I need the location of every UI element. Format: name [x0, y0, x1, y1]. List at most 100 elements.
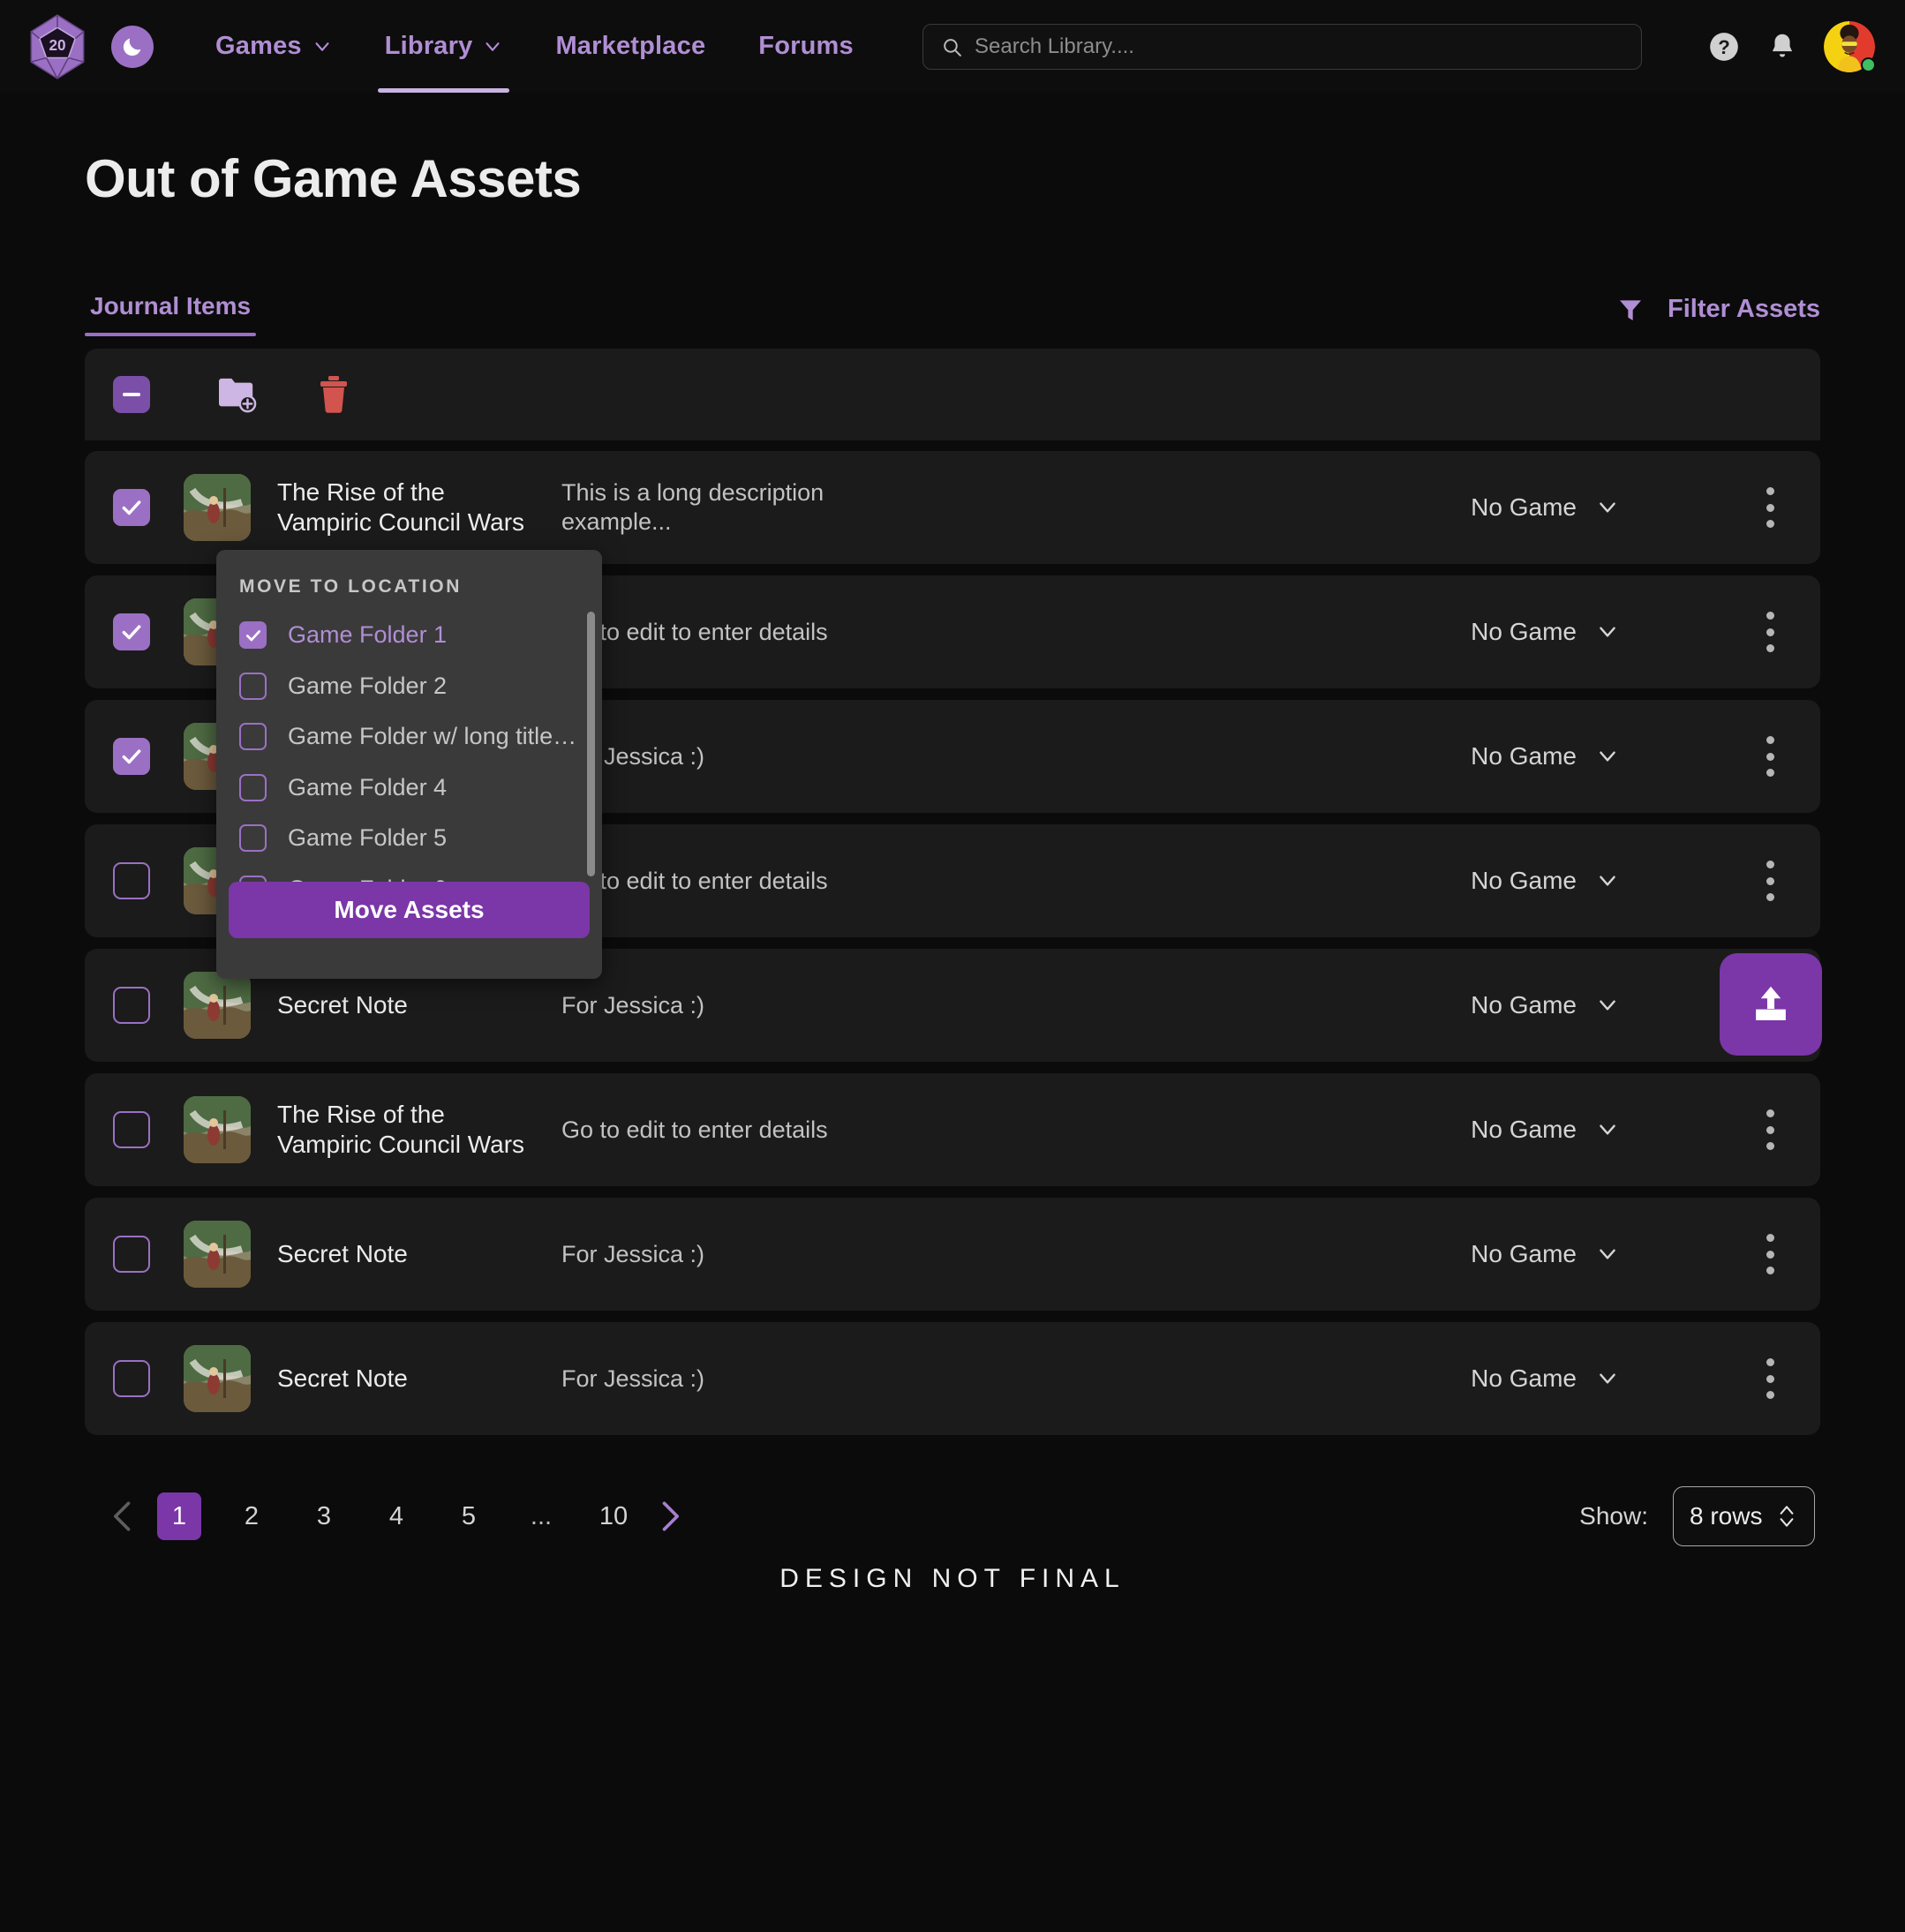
select-all-checkbox[interactable]	[113, 376, 150, 413]
nav-item-library[interactable]: Library	[358, 0, 530, 93]
dropdown-option-checkbox[interactable]	[239, 723, 267, 750]
row-game-value: No Game	[1471, 493, 1577, 522]
tab-journal-items[interactable]: Journal Items	[85, 292, 256, 336]
page-button-1[interactable]: 1	[157, 1492, 201, 1540]
upload-asset-button[interactable]	[1720, 953, 1822, 1056]
chevron-down-icon	[1596, 620, 1619, 643]
row-game-value: No Game	[1471, 991, 1577, 1019]
row-game-select[interactable]: No Game	[1471, 867, 1787, 895]
status-online-dot	[1861, 57, 1876, 72]
dropdown-option-label: Game Folder 4	[288, 774, 447, 801]
move-assets-button[interactable]: Move Assets	[229, 882, 590, 938]
table-row[interactable]: Secret Note For Jessica :) No Game	[85, 1198, 1820, 1311]
help-circle-icon[interactable]: ?	[1707, 30, 1741, 64]
page-title: Out of Game Assets	[85, 93, 1820, 209]
row-description: For Jessica :)	[561, 1240, 932, 1269]
row-checkbox[interactable]	[113, 1236, 150, 1273]
dropdown-option-game-folder-5[interactable]: Game Folder 5	[216, 813, 602, 864]
tabs-and-filter-row: Journal Items Filter Assets	[85, 282, 1820, 336]
dropdown-option-checkbox[interactable]	[239, 774, 267, 801]
row-description: This is a long description example...	[561, 478, 932, 537]
bulk-actions-toolbar	[85, 349, 1820, 440]
pagination-prev-button[interactable]	[104, 1497, 143, 1536]
row-game-select[interactable]: No Game	[1471, 1364, 1787, 1393]
row-description: Go to edit to enter details	[561, 867, 932, 896]
row-more-menu[interactable]	[1766, 1234, 1774, 1274]
nav-item-forums[interactable]: Forums	[732, 0, 880, 93]
dropdown-option-game-folder-2[interactable]: Game Folder 2	[216, 661, 602, 712]
d20-die-logo-icon[interactable]: 20	[23, 12, 92, 81]
row-game-value: No Game	[1471, 618, 1577, 646]
chevron-down-icon	[1596, 496, 1619, 519]
rows-per-page: Show: 8 rows	[1579, 1486, 1820, 1546]
row-title: Secret Note	[277, 990, 542, 1020]
dropdown-option-checkbox[interactable]	[239, 824, 267, 852]
nav-item-marketplace[interactable]: Marketplace	[529, 0, 732, 93]
row-checkbox[interactable]	[113, 489, 150, 526]
bell-icon[interactable]	[1766, 30, 1799, 64]
row-more-menu[interactable]	[1766, 736, 1774, 777]
chevron-up-down-icon	[1775, 1503, 1798, 1530]
dropdown-option-game-folder-long-title[interactable]: Game Folder w/ long title hello...	[216, 711, 602, 763]
nav-item-library-label: Library	[385, 32, 473, 61]
page-button-2[interactable]: 2	[230, 1492, 274, 1540]
page-button-4[interactable]: 4	[374, 1492, 418, 1540]
row-game-select[interactable]: No Game	[1471, 1116, 1787, 1144]
filter-funnel-icon	[1616, 296, 1645, 324]
asset-thumbnail	[184, 972, 251, 1039]
top-navbar: 20 Games Library Marketplace Forums	[0, 0, 1905, 93]
page-body: Out of Game Assets Journal Items Filter …	[0, 93, 1905, 1594]
row-game-select[interactable]: No Game	[1471, 742, 1787, 771]
asset-thumbnail	[184, 474, 251, 541]
row-game-select[interactable]: No Game	[1471, 1240, 1787, 1268]
row-more-menu[interactable]	[1766, 861, 1774, 901]
pagination-next-button[interactable]	[650, 1497, 689, 1536]
row-checkbox[interactable]	[113, 738, 150, 775]
row-description: For Jessica :)	[561, 1364, 932, 1394]
row-more-menu[interactable]	[1766, 1109, 1774, 1150]
rows-per-page-value: 8 rows	[1690, 1502, 1762, 1530]
avatar[interactable]	[1824, 21, 1875, 72]
table-row[interactable]: The Rise of the Vampiric Council Wars Th…	[85, 451, 1820, 564]
pagination: 1 2 3 4 5 ... 10	[104, 1492, 689, 1540]
primary-nav: Games Library Marketplace Forums	[189, 0, 880, 93]
dropdown-option-game-folder-1[interactable]: Game Folder 1	[216, 610, 602, 661]
dropdown-option-checkbox[interactable]	[239, 621, 267, 649]
row-more-menu[interactable]	[1766, 487, 1774, 528]
row-checkbox[interactable]	[113, 1111, 150, 1148]
folder-plus-icon[interactable]	[217, 376, 258, 413]
dropdown-header: MOVE TO LOCATION	[216, 550, 602, 598]
row-game-select[interactable]: No Game	[1471, 618, 1787, 646]
row-title: Secret Note	[277, 1239, 542, 1269]
dropdown-option-checkbox[interactable]	[239, 673, 267, 700]
filter-assets-button[interactable]: Filter Assets	[1616, 295, 1820, 336]
row-checkbox[interactable]	[113, 1360, 150, 1397]
nav-item-games[interactable]: Games	[189, 0, 358, 93]
page-button-3[interactable]: 3	[302, 1492, 346, 1540]
page-button-10[interactable]: 10	[591, 1492, 636, 1540]
table-row[interactable]: Secret Note For Jessica :) No Game	[85, 1322, 1820, 1435]
dropdown-option-label: Game Folder 1	[288, 621, 447, 649]
dropdown-option-game-folder-4[interactable]: Game Folder 4	[216, 763, 602, 814]
dropdown-scrollbar[interactable]	[587, 612, 595, 876]
page-button-5[interactable]: 5	[447, 1492, 491, 1540]
row-checkbox[interactable]	[113, 613, 150, 650]
search-icon	[941, 36, 963, 58]
search-bar[interactable]	[922, 24, 1642, 70]
chevron-down-icon	[1596, 869, 1619, 892]
row-checkbox[interactable]	[113, 987, 150, 1024]
search-input[interactable]	[975, 34, 1623, 59]
chevron-down-icon	[312, 37, 332, 56]
row-game-value: No Game	[1471, 867, 1577, 895]
dropdown-option-game-folder-6[interactable]: Game Folder 6	[216, 864, 602, 884]
row-description: For Jessica :)	[561, 742, 932, 771]
trash-icon[interactable]	[318, 375, 350, 414]
row-game-value: No Game	[1471, 1240, 1577, 1268]
theme-toggle-button[interactable]	[111, 26, 154, 68]
rows-per-page-select[interactable]: 8 rows	[1673, 1486, 1815, 1546]
row-more-menu[interactable]	[1766, 612, 1774, 652]
row-checkbox[interactable]	[113, 862, 150, 899]
table-row[interactable]: The Rise of the Vampiric Council Wars Go…	[85, 1073, 1820, 1186]
row-game-select[interactable]: No Game	[1471, 493, 1787, 522]
row-more-menu[interactable]	[1766, 1358, 1774, 1399]
